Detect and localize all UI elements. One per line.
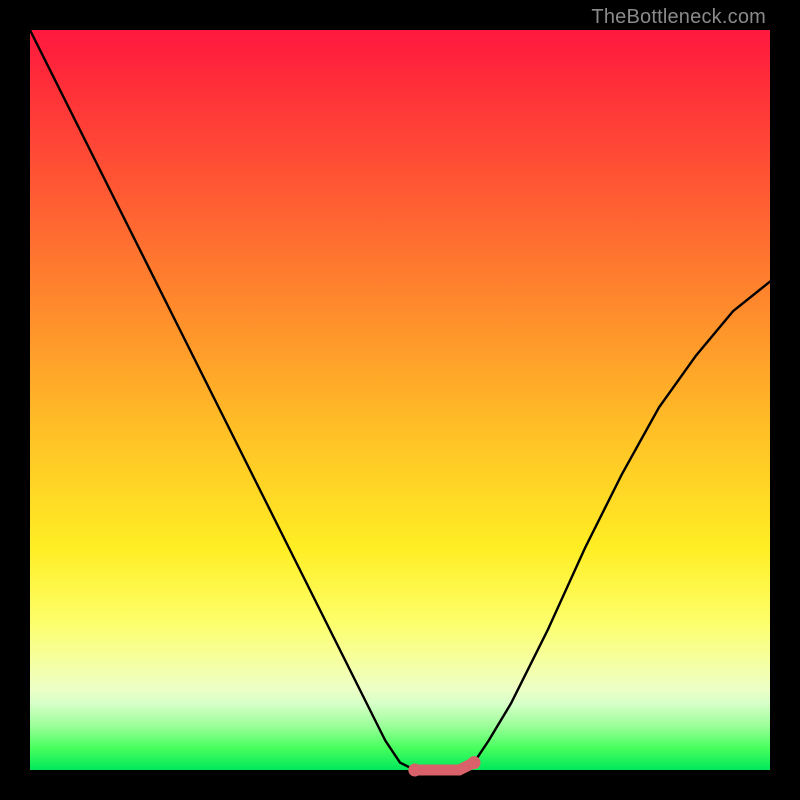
- highlight-end-dot: [468, 756, 481, 769]
- bottleneck-curve: [30, 30, 770, 770]
- chart-frame: TheBottleneck.com: [0, 0, 800, 800]
- curve-svg: [30, 30, 770, 770]
- watermark-text: TheBottleneck.com: [591, 6, 766, 29]
- highlight-segment: [415, 763, 474, 770]
- plot-area: [30, 30, 770, 770]
- highlight-start-dot: [408, 764, 421, 777]
